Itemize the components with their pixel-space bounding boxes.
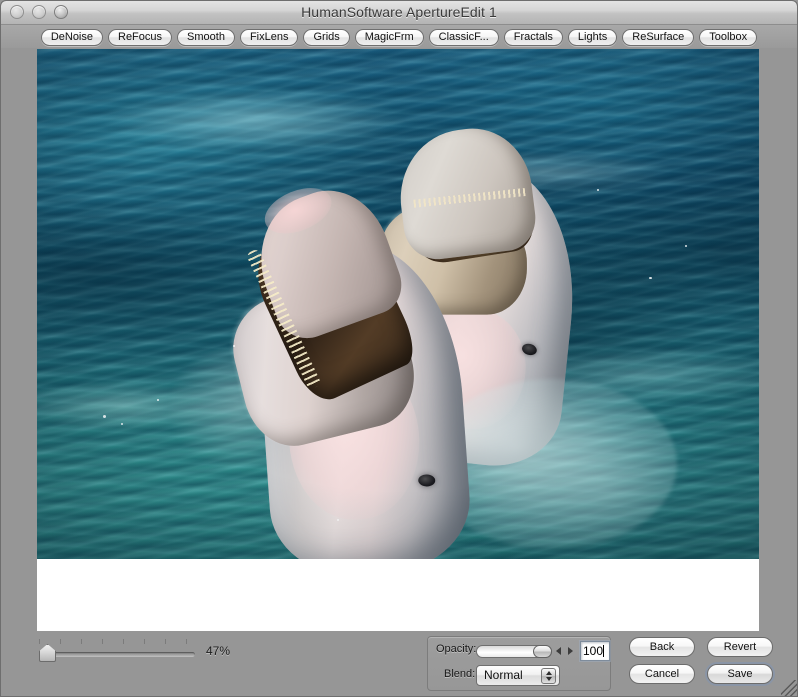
zoom-slider-track[interactable] [39,652,195,657]
canvas-white-area [37,559,759,631]
water-sparkle [233,345,235,347]
water-sparkle [597,189,599,191]
back-button[interactable]: Back [629,637,695,657]
toolbar-button-resurface[interactable]: ReSurface [622,28,695,46]
save-button[interactable]: Save [707,664,773,684]
water-sparkle [649,277,652,279]
blend-mode-value: Normal [484,668,523,682]
toolbar-button-denoise[interactable]: DeNoise [40,28,103,46]
toolbar-button-toolbox[interactable]: Toolbox [699,28,758,46]
opacity-input-value: 100 [583,644,604,658]
blend-label: Blend: [444,668,476,680]
water-sparkle [121,423,123,425]
plugin-toolbar: DeNoise ReFocus Smooth FixLens Grids Mag… [1,25,797,48]
toolbar-button-classicf[interactable]: ClassicF... [428,28,499,46]
stepper-down-arrow[interactable] [546,677,552,681]
image-canvas[interactable] [37,49,759,631]
text-caret [603,645,605,657]
zoom-level-label: 47% [206,644,231,658]
opacity-slider[interactable] [476,645,552,658]
toolbar-button-lights[interactable]: Lights [567,28,618,46]
toolbar-button-grids[interactable]: Grids [303,28,350,46]
triangle-left-icon[interactable] [556,647,561,655]
bottom-bar: 47% Opacity: 100 Blend: Normal Back Reve… [1,631,797,696]
water-sparkle [337,519,339,521]
water-sparkle [685,245,687,247]
zoom-slider-group[interactable]: 47% [31,639,251,667]
opacity-slider-thumb[interactable] [533,645,552,658]
zoom-slider-ticks [39,639,187,645]
dolphin-front [210,174,506,559]
application-window: HumanSoftware ApertureEdit 1 DeNoise ReF… [0,0,798,697]
stepper-up-arrow[interactable] [546,671,552,675]
toolbar-button-smooth[interactable]: Smooth [177,28,235,46]
toolbar-button-fractals[interactable]: Fractals [503,28,563,46]
photo-preview[interactable] [37,49,759,559]
action-button-group: Back Revert Cancel Save [629,637,773,689]
opacity-blend-panel: Opacity: 100 Blend: Normal [427,636,611,691]
opacity-label: Opacity: [436,643,477,655]
water-sparkle [103,415,106,418]
title-bar: HumanSoftware ApertureEdit 1 [1,1,797,25]
opacity-input[interactable]: 100 [580,641,610,661]
zoom-slider-thumb[interactable] [39,644,56,662]
revert-button[interactable]: Revert [707,637,773,657]
water-sparkle [157,399,159,401]
window-title: HumanSoftware ApertureEdit 1 [301,4,497,20]
cancel-button[interactable]: Cancel [629,664,695,684]
toolbar-button-magicfrm[interactable]: MagicFrm [354,28,424,46]
toolbar-button-refocus[interactable]: ReFocus [108,28,173,46]
stepper-up-down-icon[interactable] [541,668,556,684]
triangle-right-icon[interactable] [568,647,573,655]
toolbar-button-fixlens[interactable]: FixLens [239,28,299,46]
blend-mode-select[interactable]: Normal [476,665,560,686]
resize-grip-icon[interactable] [781,680,797,696]
